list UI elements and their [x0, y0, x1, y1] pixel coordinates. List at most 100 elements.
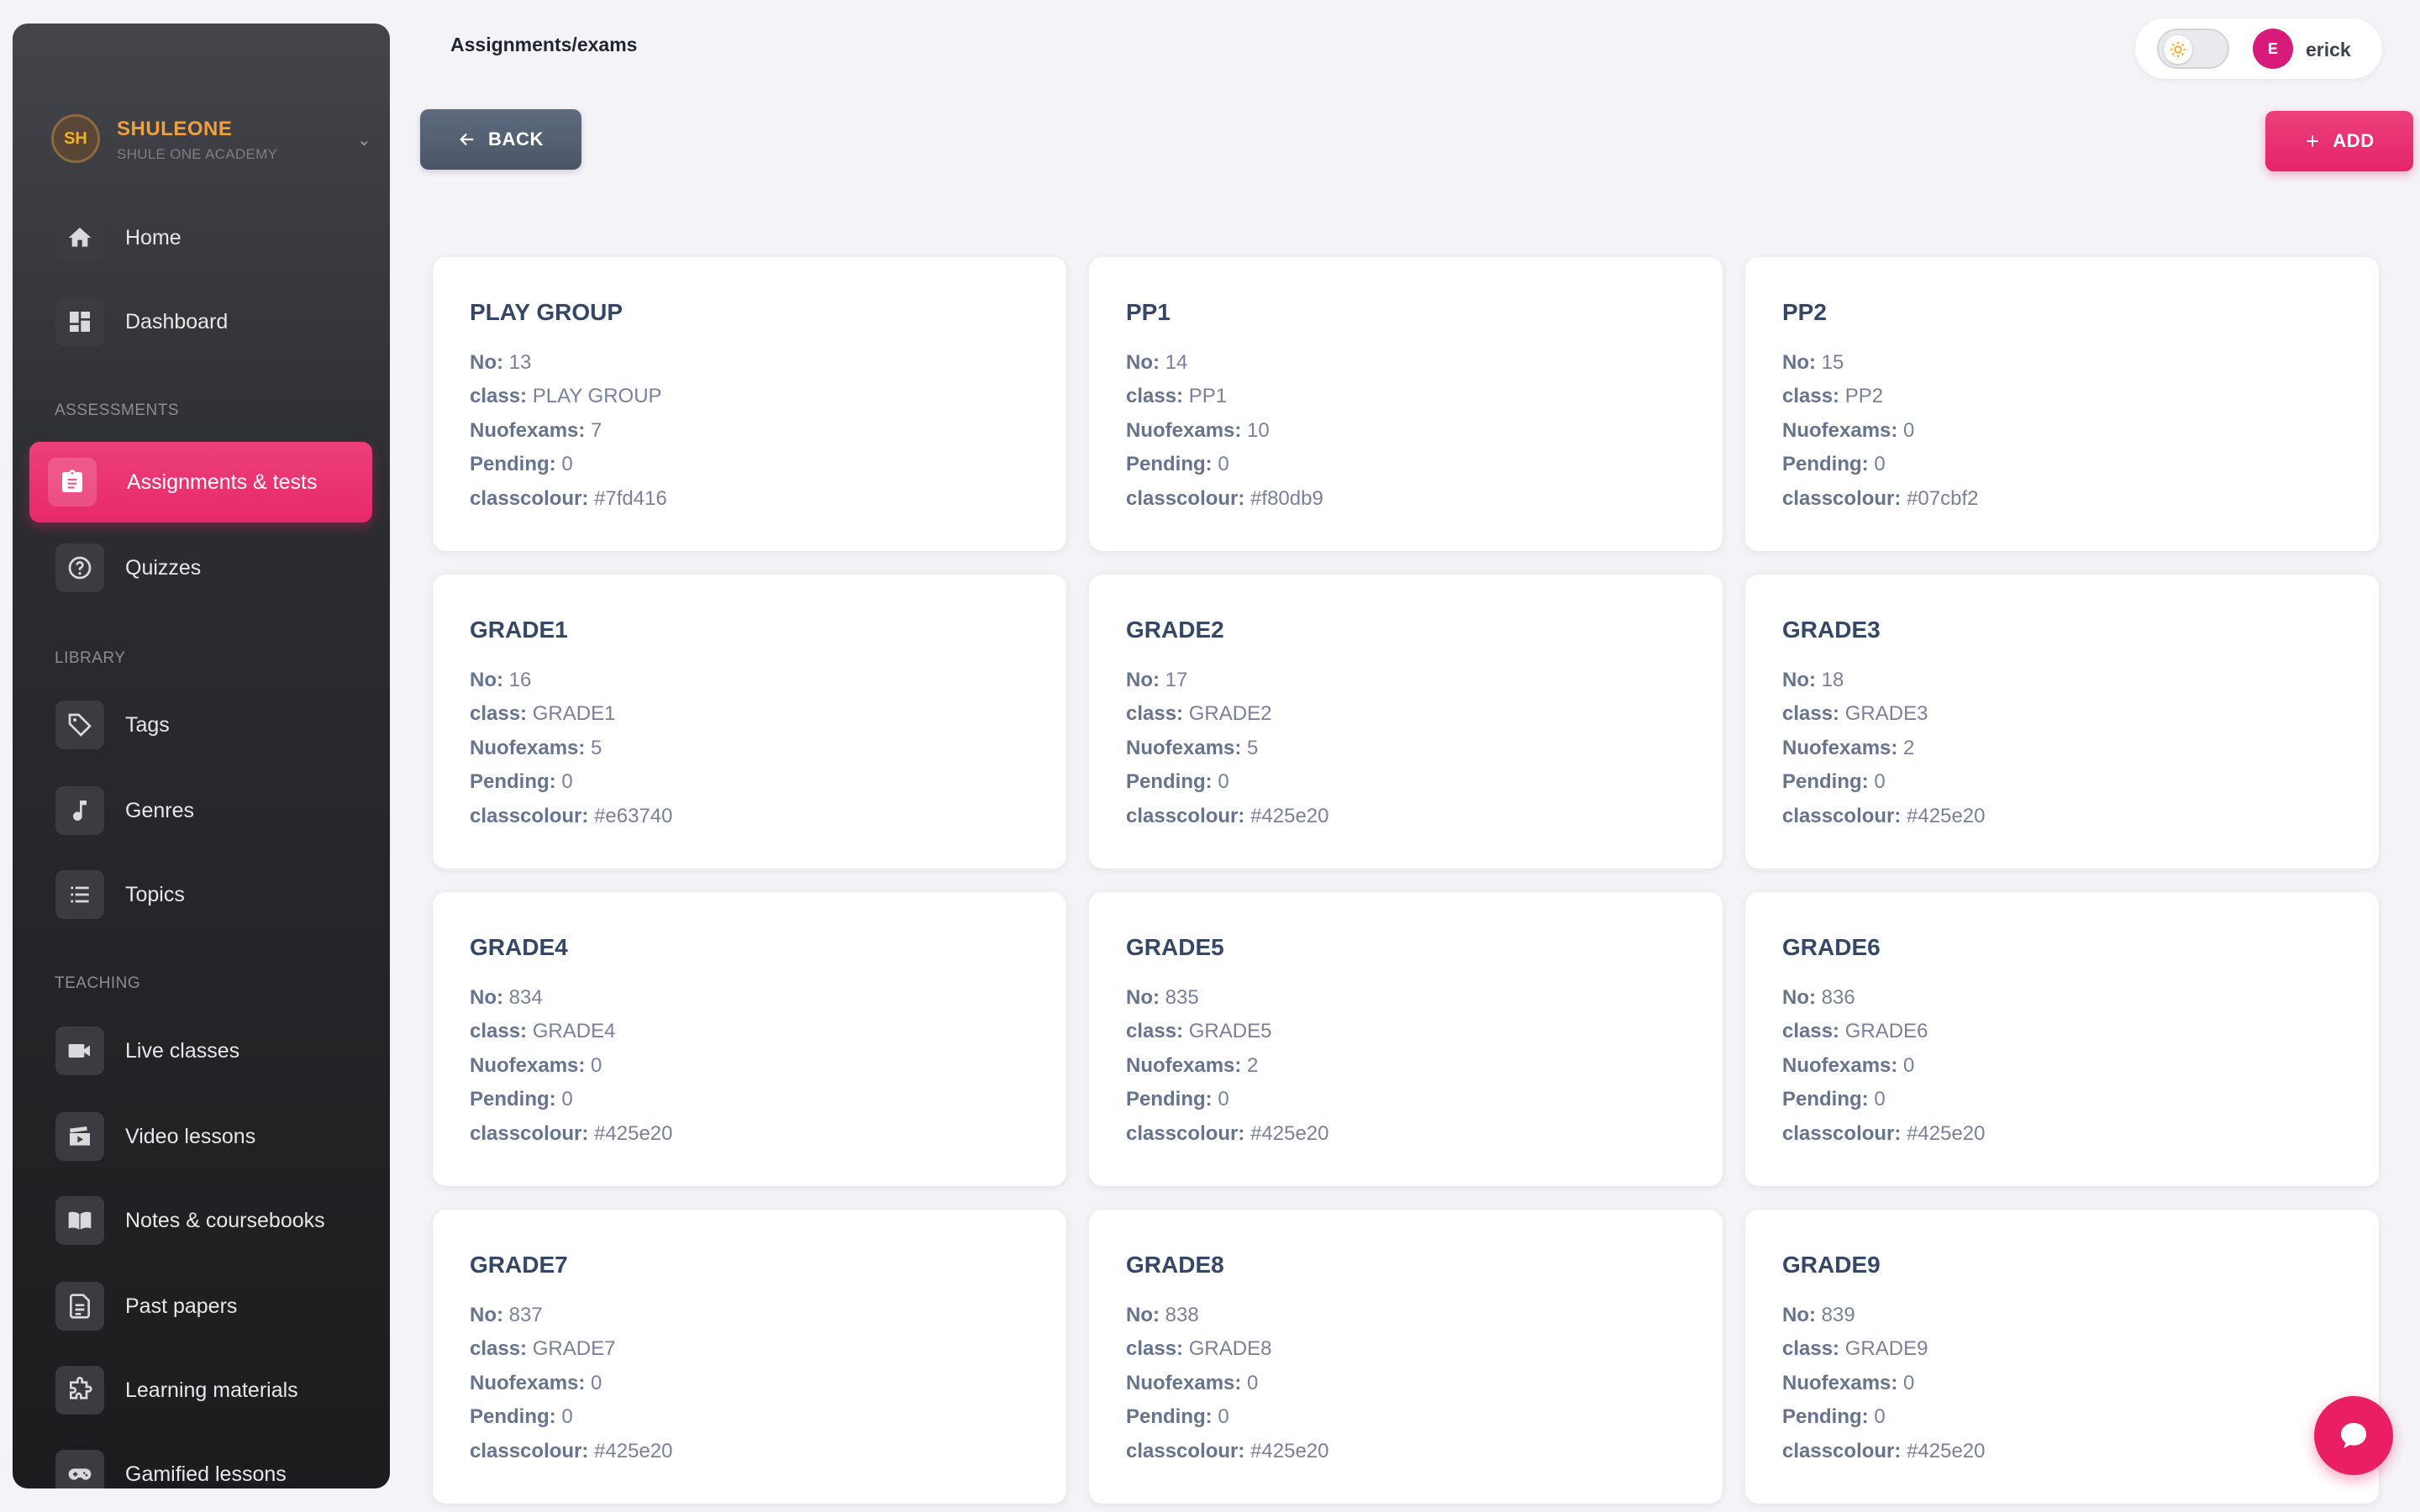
sidebar-item-quizzes[interactable]: Quizzes: [29, 528, 372, 608]
chat-button[interactable]: [2314, 1396, 2393, 1475]
brand-subtitle: SHULE ONE ACADEMY: [117, 146, 278, 162]
field-label: No:: [470, 669, 503, 691]
brand-switcher[interactable]: SH SHULEONE SHULE ONE ACADEMY ⌄: [38, 89, 374, 190]
brand-name: SHULEONE: [117, 118, 233, 140]
sidebar-item-learning-materials[interactable]: Learning materials: [29, 1350, 372, 1431]
card-title: GRADE3: [1782, 617, 1881, 643]
card-field-class: class: GRADE1: [470, 702, 615, 726]
card-field-class: class: GRADE3: [1782, 702, 1928, 726]
arrow-left-icon: [460, 133, 474, 146]
card-field-classcolour: classcolour: #425e20: [1126, 1122, 1329, 1146]
field-value: 837: [508, 1304, 543, 1326]
card-field-nuofexams: Nuofexams: 2: [1782, 737, 1914, 760]
back-button[interactable]: BACK: [420, 109, 581, 170]
sidebar-item-past-papers[interactable]: Past papers: [29, 1266, 372, 1347]
class-card[interactable]: GRADE5 No: 835 class: GRADE5 Nuofexams: 2 Pe…: [1089, 892, 1723, 1186]
class-card[interactable]: GRADE4 No: 834 class: GRADE4 Nuofexams: 0 Pe…: [433, 892, 1066, 1186]
card-field-no: No: 14: [1126, 351, 1187, 375]
field-value: GRADE5: [1188, 1020, 1272, 1042]
card-field-nuofexams: Nuofexams: 0: [1782, 1054, 1914, 1078]
user-name[interactable]: erick: [2306, 39, 2351, 61]
card-field-pending: Pending: 0: [470, 770, 573, 794]
field-value: GRADE4: [532, 1020, 616, 1042]
card-field-no: No: 13: [470, 351, 531, 375]
class-card[interactable]: GRADE9 No: 839 class: GRADE9 Nuofexams: 0 Pe…: [1745, 1210, 2379, 1504]
field-value: 14: [1165, 351, 1188, 374]
field-value: GRADE1: [532, 702, 616, 725]
field-label: class:: [1126, 702, 1184, 725]
class-card[interactable]: GRADE1 No: 16 class: GRADE1 Nuofexams: 5 Pen…: [433, 575, 1066, 869]
field-value: 2: [1247, 1054, 1259, 1077]
sidebar-item-notes[interactable]: Notes & coursebooks: [29, 1180, 372, 1261]
field-value: #425e20: [1250, 1440, 1329, 1462]
field-value: #e63740: [594, 805, 673, 827]
card-field-pending: Pending: 0: [470, 453, 573, 476]
field-label: classcolour:: [470, 1122, 589, 1145]
field-value: 0: [1874, 770, 1886, 793]
class-card[interactable]: GRADE7 No: 837 class: GRADE7 Nuofexams: 0 Pe…: [433, 1210, 1066, 1504]
sidebar-item-label: Dashboard: [125, 309, 229, 333]
field-value: GRADE9: [1844, 1337, 1928, 1360]
card-field-nuofexams: Nuofexams: 0: [1126, 1372, 1258, 1395]
field-label: No:: [470, 351, 503, 374]
add-button[interactable]: ADD: [2265, 111, 2413, 171]
card-field-pending: Pending: 0: [1782, 453, 1886, 476]
music-note-icon: [55, 786, 104, 835]
field-value: 0: [1903, 1372, 1915, 1394]
card-field-pending: Pending: 0: [1126, 453, 1229, 476]
card-field-classcolour: classcolour: #425e20: [470, 1122, 673, 1146]
class-card[interactable]: GRADE6 No: 836 class: GRADE6 Nuofexams: 0 Pe…: [1745, 892, 2379, 1186]
sidebar-item-assignments[interactable]: Assignments & tests: [29, 442, 372, 522]
card-field-pending: Pending: 0: [1126, 1088, 1229, 1111]
card-field-pending: Pending: 0: [1126, 770, 1229, 794]
sidebar-item-live-classes[interactable]: Live classes: [29, 1011, 372, 1091]
sidebar-item-topics[interactable]: Topics: [29, 854, 372, 935]
class-card[interactable]: PLAY GROUP No: 13 class: PLAY GROUP Nuofexa…: [433, 257, 1066, 551]
class-card[interactable]: PP1 No: 14 class: PP1 Nuofexams: 10 Pending:…: [1089, 257, 1723, 551]
video-camera-icon: [55, 1026, 104, 1075]
sidebar-item-video-lessons[interactable]: Video lessons: [29, 1096, 372, 1177]
sidebar-item-genres[interactable]: Genres: [29, 770, 372, 851]
card-field-no: No: 839: [1782, 1304, 1855, 1327]
field-label: classcolour:: [1126, 1122, 1245, 1145]
field-label: class:: [470, 385, 528, 407]
tags-icon: [55, 701, 104, 749]
card-title: PLAY GROUP: [470, 299, 623, 325]
card-field-no: No: 18: [1782, 669, 1844, 692]
field-value: 0: [1903, 1054, 1915, 1077]
book-icon: [55, 1196, 104, 1245]
class-card[interactable]: GRADE8 No: 838 class: GRADE8 Nuofexams: 0 Pe…: [1089, 1210, 1723, 1504]
sidebar-item-gamified-lessons[interactable]: Gamified lessons: [29, 1434, 372, 1488]
field-label: class:: [1782, 702, 1840, 725]
theme-toggle[interactable]: [2157, 29, 2229, 69]
class-card[interactable]: GRADE3 No: 18 class: GRADE3 Nuofexams: 2 Pen…: [1745, 575, 2379, 869]
card-field-class: class: GRADE7: [470, 1337, 615, 1361]
sidebar-item-tags[interactable]: Tags: [29, 685, 372, 765]
sidebar-item-home[interactable]: Home: [29, 197, 372, 278]
field-label: classcolour:: [470, 1440, 589, 1462]
field-value: 17: [1165, 669, 1188, 691]
field-label: Pending:: [1782, 1088, 1869, 1110]
class-card[interactable]: PP2 No: 15 class: PP2 Nuofexams: 0 Pending: …: [1745, 257, 2379, 551]
sidebar-item-label: Live classes: [125, 1038, 240, 1063]
class-card[interactable]: GRADE2 No: 17 class: GRADE2 Nuofexams: 5 Pen…: [1089, 575, 1723, 869]
field-value: #425e20: [1907, 805, 1986, 827]
card-field-nuofexams: Nuofexams: 5: [470, 737, 602, 760]
card-field-class: class: PP1: [1126, 385, 1227, 408]
field-label: Pending:: [470, 1405, 556, 1428]
avatar[interactable]: E: [2253, 29, 2293, 69]
card-field-no: No: 17: [1126, 669, 1187, 692]
field-value: GRADE2: [1188, 702, 1272, 725]
field-value: 7: [591, 419, 602, 442]
field-value: 13: [508, 351, 532, 374]
card-field-no: No: 15: [1782, 351, 1844, 375]
field-label: No:: [1782, 986, 1816, 1009]
field-value: 0: [1903, 419, 1915, 442]
field-label: classcolour:: [470, 487, 589, 510]
field-value: 0: [561, 453, 573, 475]
clapperboard-icon: [55, 1112, 104, 1161]
card-field-class: class: GRADE6: [1782, 1020, 1928, 1043]
sidebar-item-dashboard[interactable]: Dashboard: [29, 281, 372, 362]
card-title: GRADE7: [470, 1252, 568, 1278]
user-controls: E erick: [2135, 18, 2382, 79]
